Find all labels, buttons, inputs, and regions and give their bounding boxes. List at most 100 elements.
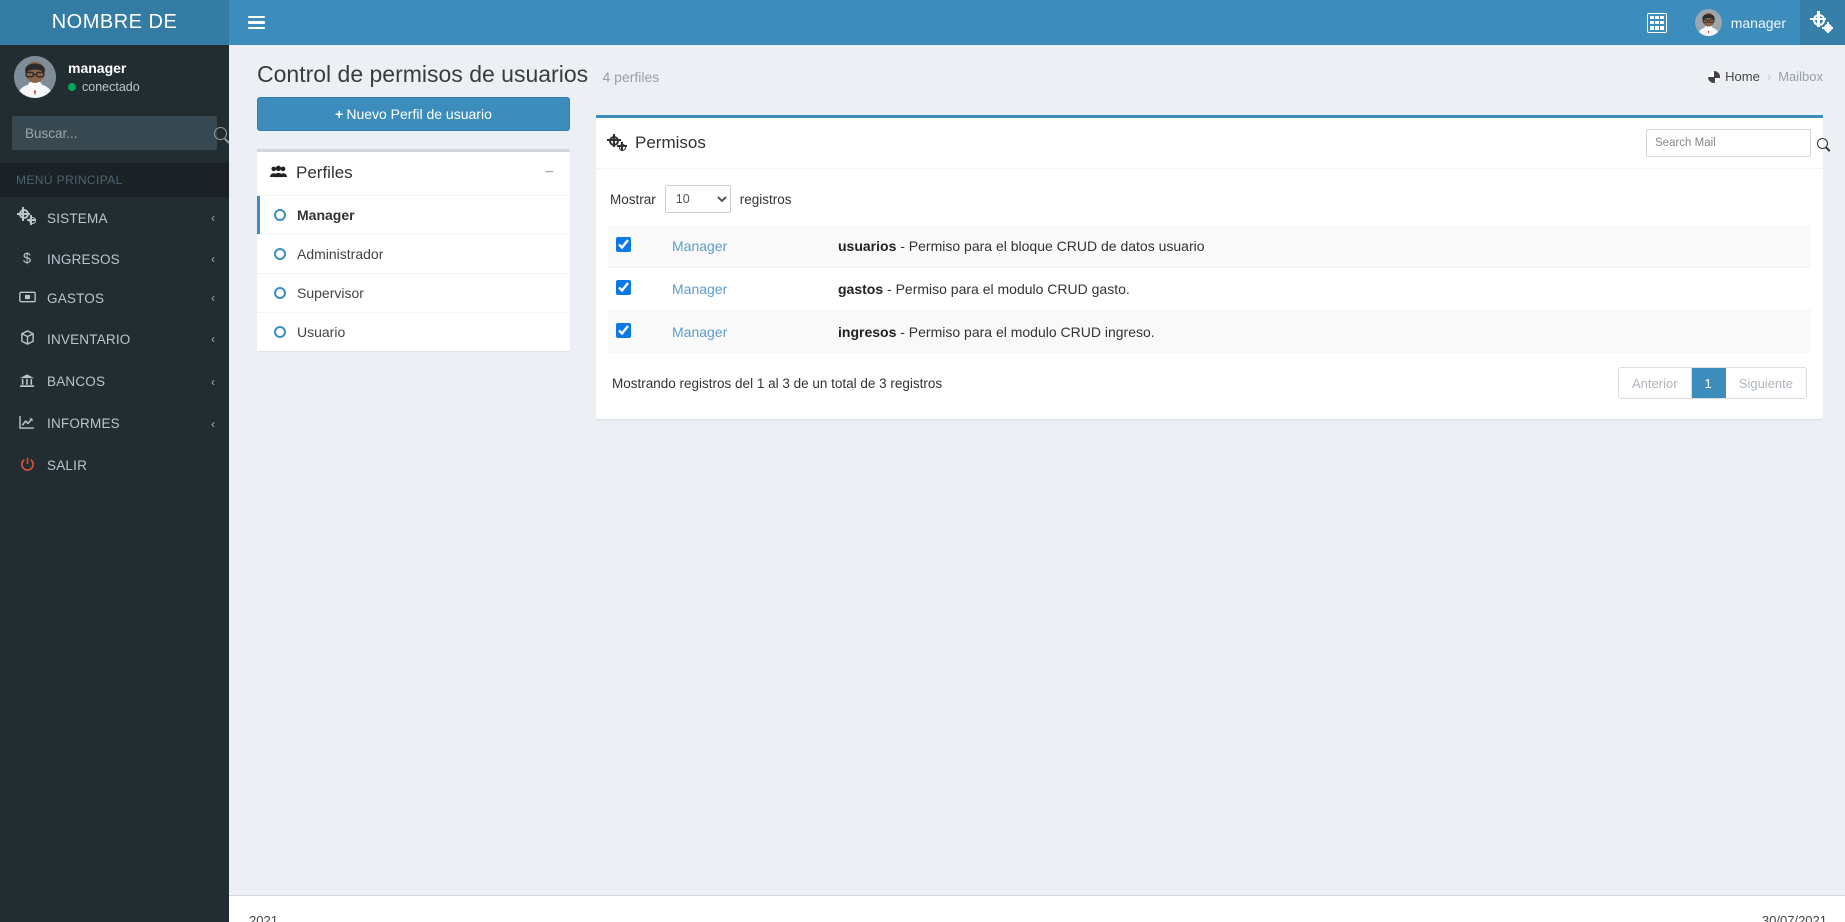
control-sidebar-toggle[interactable] bbox=[1800, 0, 1845, 45]
role-link[interactable]: Manager bbox=[672, 281, 727, 297]
breadcrumb-separator: › bbox=[1766, 69, 1772, 84]
pagination: Anterior 1 Siguiente bbox=[1618, 367, 1807, 399]
circle-o-icon bbox=[274, 287, 286, 299]
bank-icon bbox=[17, 373, 37, 392]
pagination-next[interactable]: Siguiente bbox=[1725, 368, 1806, 398]
sidebar-item-gastos[interactable]: GASTOS ‹ bbox=[0, 279, 229, 319]
list-item[interactable]: Manager bbox=[257, 196, 570, 235]
search-submit-button[interactable] bbox=[214, 117, 227, 149]
role-link[interactable]: Manager bbox=[672, 238, 727, 254]
content-row: + Nuevo Perfil de usuario Perfiles − Man… bbox=[229, 97, 1845, 419]
chevron-left-icon: ‹ bbox=[211, 252, 215, 266]
content-header: Control de permisos de usuarios 4 perfil… bbox=[229, 45, 1845, 97]
app-logo[interactable]: NOMBRE DE bbox=[0, 0, 229, 45]
profile-label: Usuario bbox=[297, 324, 346, 340]
row-description-cell: gastos - Permiso para el modulo CRUD gas… bbox=[830, 267, 1811, 311]
page-subtitle: 4 perfiles bbox=[602, 69, 660, 85]
table-length-prefix: Mostrar bbox=[610, 191, 656, 207]
breadcrumb: Home › Mailbox bbox=[1708, 69, 1823, 84]
table-row[interactable]: Manager usuarios - Permiso para el bloqu… bbox=[608, 225, 1811, 268]
circle-o-icon bbox=[274, 326, 286, 338]
module-name: ingresos bbox=[838, 324, 897, 340]
list-item[interactable]: Administrador bbox=[257, 235, 570, 274]
permissions-box: Permisos Mostrar 10 25 bbox=[596, 115, 1828, 419]
row-description-cell: ingresos - Permiso para el modulo CRUD i… bbox=[830, 310, 1811, 353]
row-description-cell: usuarios - Permiso para el bloque CRUD d… bbox=[830, 225, 1811, 268]
sidebar-item-sistema[interactable]: SISTEMA ‹ bbox=[0, 197, 229, 240]
mail-search-box[interactable] bbox=[1646, 129, 1828, 157]
avatar bbox=[14, 55, 56, 98]
sidebar-item-ingresos[interactable]: $ INGRESOS ‹ bbox=[0, 240, 229, 279]
new-profile-button[interactable]: + Nuevo Perfil de usuario bbox=[257, 97, 570, 131]
sidebar-user-panel: manager conectado bbox=[0, 45, 229, 108]
breadcrumb-home-label: Home bbox=[1725, 69, 1760, 84]
permissions-box-header: Permisos bbox=[596, 118, 1828, 169]
pagination-page-1[interactable]: 1 bbox=[1691, 368, 1726, 398]
sidebar-item-bancos[interactable]: BANCOS ‹ bbox=[0, 361, 229, 404]
page-title-text: Control de permisos de usuarios bbox=[257, 61, 589, 87]
role-link[interactable]: Manager bbox=[672, 324, 727, 340]
gears-icon bbox=[1810, 10, 1834, 33]
profiles-box-title: Perfiles bbox=[270, 163, 541, 183]
breadcrumb-home-link[interactable]: Home bbox=[1708, 69, 1760, 84]
sidebar-item-label: SALIR bbox=[47, 458, 88, 474]
row-checkbox-cell bbox=[608, 225, 664, 268]
row-role-cell: Manager bbox=[664, 225, 830, 268]
users-icon bbox=[270, 165, 287, 181]
sidebar-search-box[interactable] bbox=[12, 116, 227, 150]
module-description: - Permiso para el bloque CRUD de datos u… bbox=[900, 238, 1205, 254]
sidebar-user-status: conectado bbox=[68, 80, 140, 94]
gears-icon bbox=[16, 207, 37, 228]
sidebar-user-status-label: conectado bbox=[82, 79, 140, 94]
permissions-box-title: Permisos bbox=[607, 133, 1646, 153]
table-length-select[interactable]: 10 25 50 100 bbox=[664, 185, 731, 213]
main-content: Control de permisos de usuarios 4 perfil… bbox=[229, 45, 1845, 922]
table-row[interactable]: Manager ingresos - Permiso para el modul… bbox=[608, 310, 1811, 353]
permissions-column: Permisos Mostrar 10 25 bbox=[596, 97, 1828, 419]
permission-checkbox[interactable] bbox=[616, 237, 631, 252]
row-checkbox-cell bbox=[608, 310, 664, 353]
sidebar-search-wrapper bbox=[0, 108, 229, 163]
navbar-user-menu[interactable]: manager bbox=[1681, 0, 1800, 45]
row-role-cell: Manager bbox=[664, 310, 830, 353]
sidebar-menu-header: MENÚ PRINCIPAL bbox=[0, 163, 229, 197]
dollar-icon: $ bbox=[22, 250, 32, 267]
money-bill-icon bbox=[17, 291, 37, 307]
sidebar-item-informes[interactable]: INFORMES ‹ bbox=[0, 403, 229, 445]
sidebar-item-inventario[interactable]: INVENTARIO ‹ bbox=[0, 318, 229, 361]
avatar bbox=[1694, 9, 1722, 36]
search-icon bbox=[214, 126, 227, 140]
sidebar-username: manager bbox=[68, 59, 127, 76]
breadcrumb-current: Mailbox bbox=[1778, 69, 1823, 84]
footer-left-text: 2021 bbox=[249, 912, 278, 922]
sidebar-item-label: INVENTARIO bbox=[47, 331, 131, 347]
sidebar-menu: SISTEMA ‹ $ INGRESOS ‹ GASTOS ‹ INVENTAR… bbox=[0, 197, 229, 487]
permission-checkbox[interactable] bbox=[616, 323, 631, 338]
pagination-previous[interactable]: Anterior bbox=[1619, 368, 1692, 398]
search-icon bbox=[1817, 137, 1828, 149]
sidebar-item-salir[interactable]: SALIR bbox=[0, 445, 229, 488]
permission-checkbox[interactable] bbox=[616, 280, 631, 295]
calculator-button[interactable] bbox=[1633, 0, 1681, 45]
profile-label: Manager bbox=[297, 207, 355, 223]
profile-label: Administrador bbox=[297, 246, 384, 262]
dashboard-icon bbox=[1708, 70, 1721, 83]
table-footer: Mostrando registros del 1 al 3 de un tot… bbox=[608, 353, 1811, 415]
table-row[interactable]: Manager gastos - Permiso para el modulo … bbox=[608, 267, 1811, 311]
table-length-control: Mostrar 10 25 50 100 registros bbox=[608, 179, 1811, 225]
list-item[interactable]: Supervisor bbox=[257, 274, 570, 313]
hamburger-icon bbox=[248, 13, 265, 33]
collapse-button[interactable]: − bbox=[541, 165, 558, 181]
mail-search-input[interactable] bbox=[1647, 137, 1817, 149]
online-status-icon bbox=[68, 82, 76, 91]
list-item[interactable]: Usuario bbox=[257, 313, 570, 351]
mail-search-button[interactable] bbox=[1817, 130, 1828, 156]
navbar-spacer bbox=[284, 0, 1633, 45]
table-info: Mostrando registros del 1 al 3 de un tot… bbox=[612, 375, 943, 391]
chevron-left-icon: ‹ bbox=[211, 291, 215, 306]
chevron-left-icon: ‹ bbox=[211, 374, 215, 389]
sidebar-item-label: GASTOS bbox=[47, 290, 105, 306]
sidebar-toggle-button[interactable] bbox=[229, 0, 284, 45]
search-input[interactable] bbox=[13, 125, 214, 141]
page-footer: 2021 30/07/2021 bbox=[229, 895, 1845, 922]
